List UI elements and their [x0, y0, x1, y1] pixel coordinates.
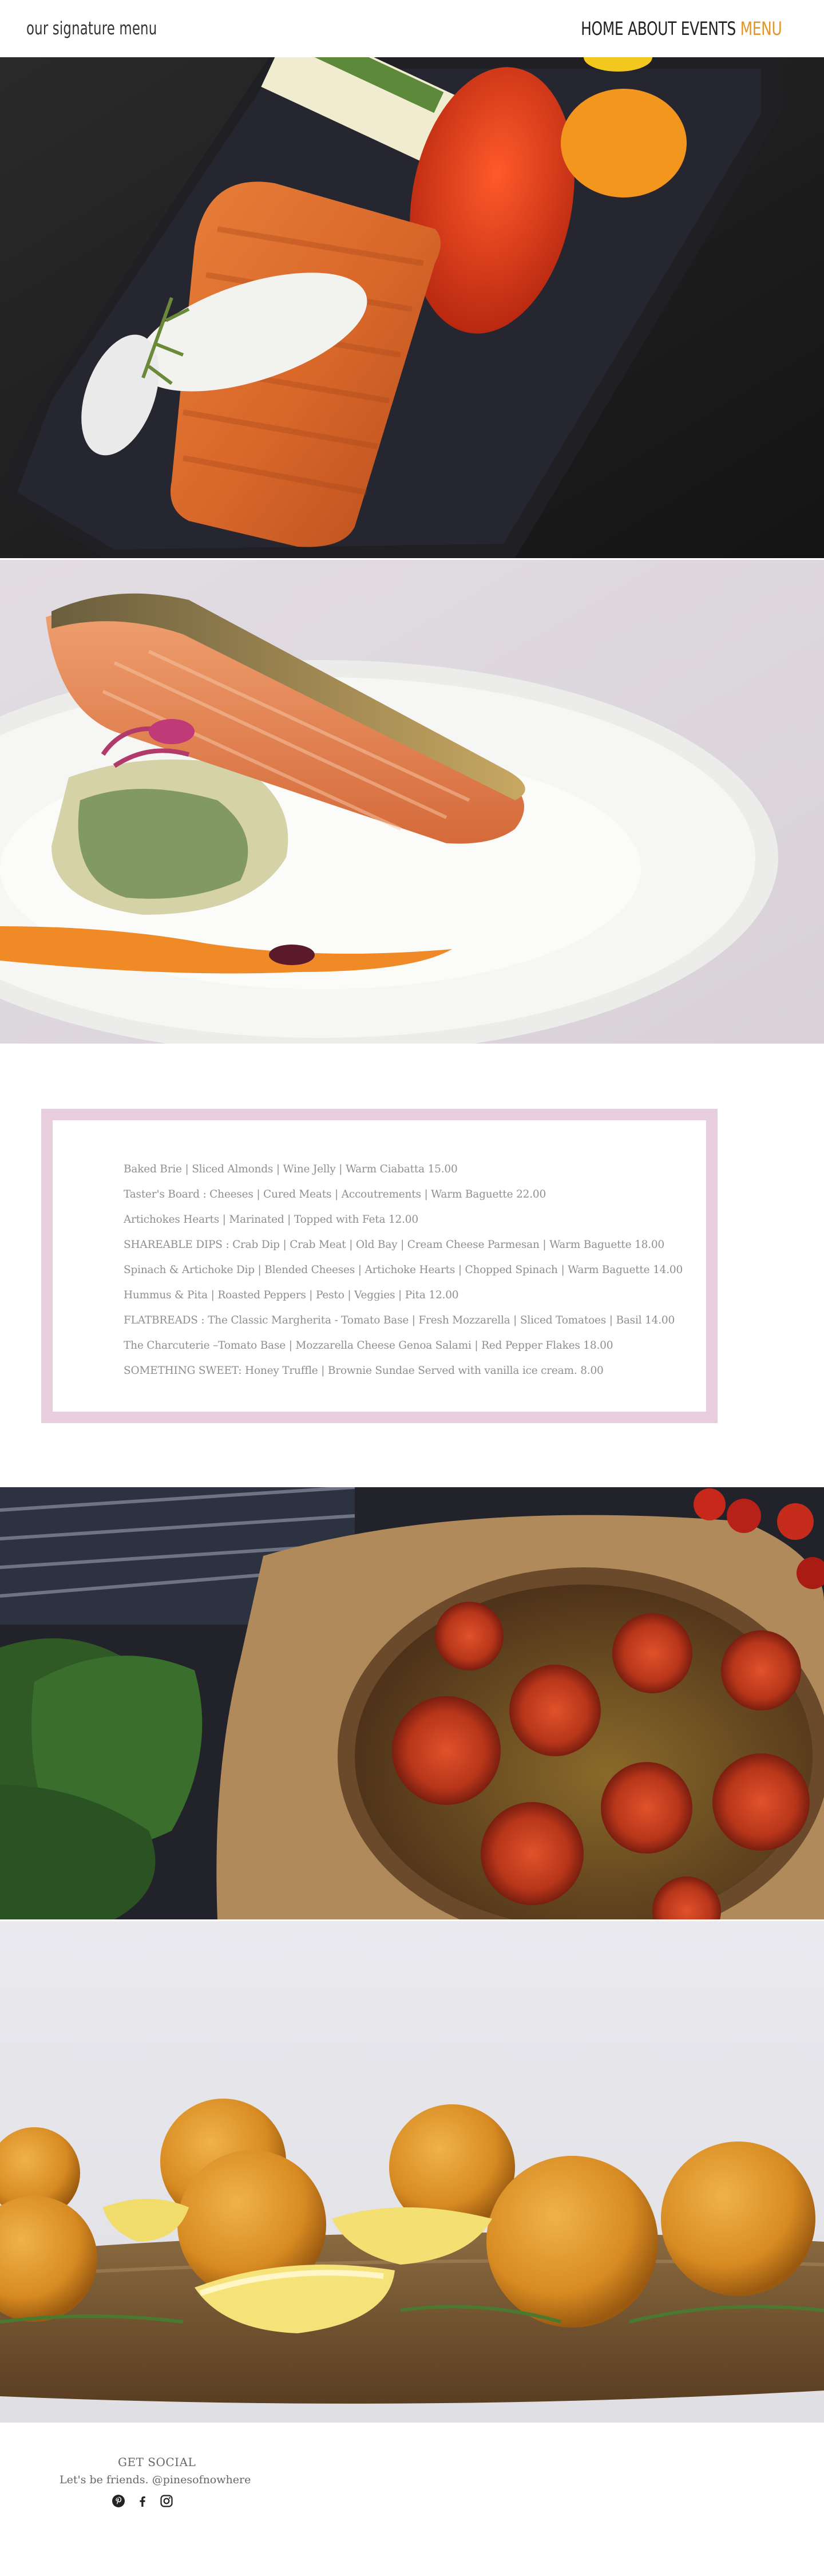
site-header: our signature menu HOME ABOUT EVENTS MEN…: [0, 0, 824, 57]
social-links: [111, 2494, 174, 2508]
facebook-icon[interactable]: [135, 2494, 150, 2508]
menu-item: Artichokes Hearts | Marinated | Topped w…: [124, 1214, 418, 1226]
main-nav: HOME ABOUT EVENTS MENU: [576, 18, 782, 39]
photo-croquettes: [0, 1921, 824, 2423]
quiche-image: [0, 1487, 824, 1919]
instagram-icon[interactable]: [159, 2494, 174, 2508]
nav-about-link[interactable]: ABOUT: [628, 18, 676, 39]
footer-subheading: Let's be friends. @pinesofnowhere: [60, 2474, 251, 2486]
menu-item: FLATBREADS : The Classic Margherita - To…: [124, 1314, 675, 1326]
menu-item: The Charcuterie –Tomato Base | Mozzarell…: [124, 1340, 613, 1352]
photo-quiche: [0, 1487, 824, 1919]
salmon-plate-image: [0, 560, 824, 1044]
site-footer: GET SOCIAL Let's be friends. @pinesofnow…: [0, 2423, 824, 2576]
site-title[interactable]: our signature menu: [26, 18, 157, 39]
menu-item: Spinach & Artichoke Dip | Blended Cheese…: [124, 1264, 683, 1276]
salmon-slate-image: [0, 57, 824, 558]
nav-menu-link[interactable]: MENU: [740, 18, 782, 39]
photo-salmon-plate: [0, 560, 824, 1044]
footer-heading: GET SOCIAL: [118, 2455, 196, 2469]
nav-home-link[interactable]: HOME: [581, 18, 624, 39]
pinterest-icon[interactable]: [111, 2494, 126, 2508]
menu-item: Taster's Board : Cheeses | Cured Meats |…: [124, 1188, 546, 1200]
menu-item: SOMETHING SWEET: Honey Truffle | Brownie…: [124, 1365, 604, 1377]
nav-events-link[interactable]: EVENTS: [680, 18, 735, 39]
croquettes-image: [0, 1921, 824, 2423]
menu-box: Baked Brie | Sliced Almonds | Wine Jelly…: [41, 1109, 718, 1423]
photo-salmon-slate: [0, 57, 824, 558]
menu-item: SHAREABLE DIPS : Crab Dip | Crab Meat | …: [124, 1239, 664, 1251]
menu-item: Hummus & Pita | Roasted Peppers | Pesto …: [124, 1289, 459, 1301]
menu-item: Baked Brie | Sliced Almonds | Wine Jelly…: [124, 1163, 458, 1175]
